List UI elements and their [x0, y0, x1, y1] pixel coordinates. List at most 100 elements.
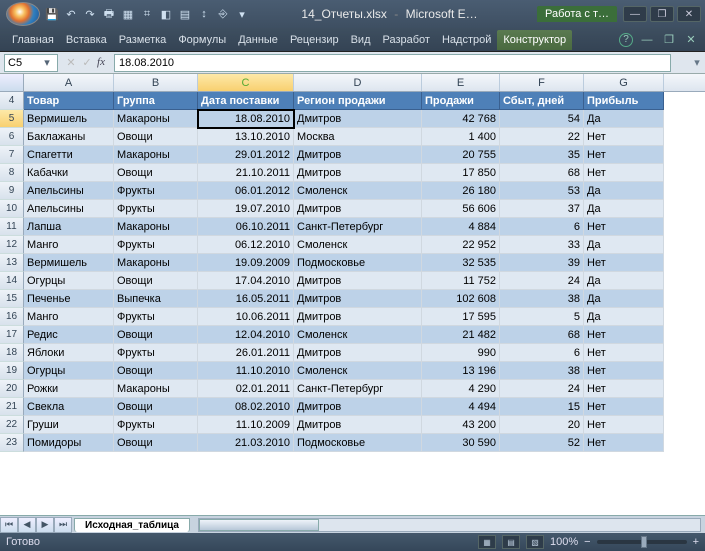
cell[interactable]: Нет [584, 380, 664, 398]
column-header-A[interactable]: A [24, 74, 114, 91]
qat-icon-5[interactable]: ↕ [196, 6, 212, 22]
cell[interactable]: 12.04.2010 [198, 326, 294, 344]
cell[interactable]: Да [584, 236, 664, 254]
column-header-G[interactable]: G [584, 74, 664, 91]
cell[interactable]: Фрукты [114, 308, 198, 326]
cell[interactable]: Апельсины [24, 200, 114, 218]
cell[interactable]: Смоленск [294, 236, 422, 254]
cell[interactable]: Фрукты [114, 236, 198, 254]
cell[interactable]: Спагетти [24, 146, 114, 164]
row-header-4[interactable]: 4 [0, 92, 24, 110]
cell[interactable]: Дмитров [294, 110, 422, 128]
cell[interactable]: 102 608 [422, 290, 500, 308]
cell[interactable]: Свекла [24, 398, 114, 416]
cell[interactable]: Смоленск [294, 182, 422, 200]
column-header-F[interactable]: F [500, 74, 584, 91]
cell[interactable]: Смоленск [294, 326, 422, 344]
row-header-17[interactable]: 17 [0, 326, 24, 344]
zoom-in-icon[interactable]: + [693, 536, 699, 548]
cell[interactable]: Овощи [114, 128, 198, 146]
row-header-9[interactable]: 9 [0, 182, 24, 200]
cell[interactable]: 4 884 [422, 218, 500, 236]
cell[interactable]: 17.04.2010 [198, 272, 294, 290]
row-header-21[interactable]: 21 [0, 398, 24, 416]
row-header-14[interactable]: 14 [0, 272, 24, 290]
doc-close-icon[interactable]: ✕ [683, 32, 699, 48]
cell[interactable]: Манго [24, 308, 114, 326]
cell[interactable]: Редис [24, 326, 114, 344]
cell[interactable]: 15 [500, 398, 584, 416]
ribbon-tab-4[interactable]: Данные [232, 30, 284, 50]
sheet-nav-last-icon[interactable]: ⏭ [54, 517, 72, 533]
qat-icon-3[interactable]: ◧ [158, 6, 174, 22]
row-header-8[interactable]: 8 [0, 164, 24, 182]
view-pagebreak-icon[interactable]: ▧ [526, 535, 544, 549]
cell[interactable]: Фрукты [114, 344, 198, 362]
cell[interactable]: Макароны [114, 380, 198, 398]
qat-icon-2[interactable]: ⌗ [139, 6, 155, 22]
cell[interactable]: Помидоры [24, 434, 114, 452]
cell[interactable]: 53 [500, 182, 584, 200]
cell[interactable]: 26.01.2011 [198, 344, 294, 362]
cell[interactable]: Фрукты [114, 200, 198, 218]
cell[interactable]: Дмитров [294, 344, 422, 362]
cell[interactable]: Лапша [24, 218, 114, 236]
view-normal-icon[interactable]: ▦ [478, 535, 496, 549]
cell[interactable]: Смоленск [294, 362, 422, 380]
cell[interactable]: 21.10.2011 [198, 164, 294, 182]
cell[interactable]: 68 [500, 326, 584, 344]
cell[interactable]: Нет [584, 398, 664, 416]
row-header-5[interactable]: 5 [0, 110, 24, 128]
row-header-10[interactable]: 10 [0, 200, 24, 218]
cell[interactable]: Кабачки [24, 164, 114, 182]
cell[interactable]: 06.10.2011 [198, 218, 294, 236]
cell[interactable]: Манго [24, 236, 114, 254]
column-header-C[interactable]: C [198, 74, 294, 91]
sheet-nav-first-icon[interactable]: ⏮ [0, 517, 18, 533]
row-header-6[interactable]: 6 [0, 128, 24, 146]
cell[interactable]: 29.01.2012 [198, 146, 294, 164]
cell[interactable]: 06.12.2010 [198, 236, 294, 254]
qat-icon-4[interactable]: ▤ [177, 6, 193, 22]
cell[interactable]: 4 494 [422, 398, 500, 416]
cell[interactable]: Вермишель [24, 110, 114, 128]
cell[interactable]: Да [584, 272, 664, 290]
ribbon-tab-5[interactable]: Рецензир [284, 30, 345, 50]
spreadsheet-grid[interactable]: ABCDEFG 4ТоварГруппаДата поставкиРегион … [0, 74, 705, 515]
cell[interactable]: 32 535 [422, 254, 500, 272]
qat-dropdown-icon[interactable]: ▾ [234, 6, 250, 22]
cell[interactable]: Нет [584, 164, 664, 182]
cancel-formula-icon[interactable]: ✕ [64, 56, 78, 69]
doc-minimize-icon[interactable]: — [639, 32, 655, 48]
cell[interactable]: 21 482 [422, 326, 500, 344]
cell[interactable]: Огурцы [24, 362, 114, 380]
close-button[interactable]: ✕ [677, 6, 701, 22]
cell[interactable]: Овощи [114, 362, 198, 380]
cell[interactable]: Нет [584, 146, 664, 164]
view-layout-icon[interactable]: ▤ [502, 535, 520, 549]
row-header-16[interactable]: 16 [0, 308, 24, 326]
cell[interactable]: 24 [500, 380, 584, 398]
cell[interactable]: Нет [584, 416, 664, 434]
qat-icon-6[interactable]: ⎆ [215, 6, 231, 22]
cell[interactable]: Дмитров [294, 164, 422, 182]
cell[interactable]: 4 290 [422, 380, 500, 398]
ribbon-tab-3[interactable]: Формулы [172, 30, 232, 50]
row-header-11[interactable]: 11 [0, 218, 24, 236]
ribbon-tab-6[interactable]: Вид [345, 30, 377, 50]
horizontal-scroll-thumb[interactable] [199, 519, 319, 531]
cell[interactable]: Баклажаны [24, 128, 114, 146]
cell[interactable]: Нет [584, 128, 664, 146]
row-header-19[interactable]: 19 [0, 362, 24, 380]
cell[interactable]: 16.05.2011 [198, 290, 294, 308]
cell[interactable]: Вермишель [24, 254, 114, 272]
cell[interactable]: 13.10.2010 [198, 128, 294, 146]
cell[interactable]: Дмитров [294, 146, 422, 164]
help-icon[interactable]: ? [619, 33, 633, 47]
cell[interactable]: Овощи [114, 164, 198, 182]
ribbon-tab-0[interactable]: Главная [6, 30, 60, 50]
select-all-corner[interactable] [0, 74, 24, 91]
save-icon[interactable]: 💾 [44, 6, 60, 22]
cell[interactable]: 13 196 [422, 362, 500, 380]
zoom-out-icon[interactable]: − [584, 536, 590, 548]
